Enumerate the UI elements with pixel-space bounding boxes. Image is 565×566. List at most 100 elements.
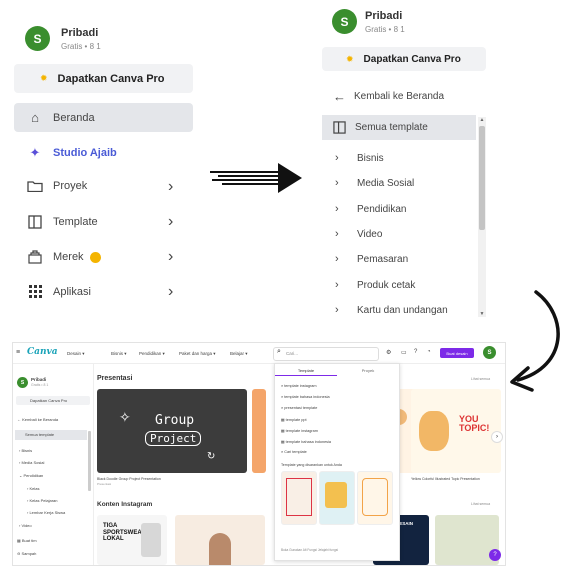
nav-label: Proyek	[53, 180, 88, 192]
sidebar-item[interactable]: › Kelas	[27, 486, 39, 491]
suggestion-item[interactable]: ▦ template ppt	[281, 417, 307, 422]
avatar[interactable]: S	[483, 346, 496, 359]
sidebar-item[interactable]: ⌄ Pendidikan	[19, 473, 43, 478]
top-menu-item[interactable]: Belajar ▾	[230, 351, 248, 357]
suggestion-label: template instagram	[285, 429, 318, 433]
chevron-right-icon[interactable]: ›	[168, 284, 173, 300]
category-item[interactable]: › Bisnis	[335, 152, 384, 164]
template-card-peek[interactable]	[252, 389, 266, 473]
card-title-line1: Group	[155, 413, 195, 428]
dropdown-tab-project[interactable]: Proyek	[337, 368, 399, 373]
suggestion-item[interactable]: ▦ template bahasa indonesia	[281, 439, 331, 444]
folder-icon	[25, 180, 45, 192]
see-all-link[interactable]: Lihat semua	[471, 377, 490, 381]
search-input[interactable]: ⌕ Cari...	[273, 347, 379, 361]
avatar[interactable]: S	[332, 9, 357, 34]
instagram-card-sportswear[interactable]: TIGA SPORTSWEAR LOKAL	[97, 515, 167, 565]
curved-arrow-icon	[510, 290, 560, 392]
back-to-home-link[interactable]: ← Kembali ke Beranda	[333, 89, 444, 104]
chevron-right-icon: ›	[335, 253, 339, 265]
scrollbar[interactable]: ▲ ▼	[478, 117, 486, 317]
chevron-right-icon: ›	[335, 152, 339, 164]
nav-item-aplikasi[interactable]: Aplikasi	[25, 285, 91, 298]
nav-item-template[interactable]: Template	[25, 215, 98, 229]
avatar[interactable]: S	[25, 26, 50, 51]
instagram-card-photo[interactable]	[175, 515, 265, 565]
sidebar-back-label: Kembali ke Beranda	[22, 417, 59, 422]
template-card-your-topic[interactable]: YOU TOPIC!	[411, 389, 501, 473]
search-icon: ⌕	[281, 384, 284, 388]
user-name: Pribadi	[365, 10, 403, 22]
arrow-left-icon: ←	[333, 89, 346, 104]
settings-icon[interactable]: ⚙	[386, 349, 391, 356]
user-name: Pribadi	[61, 27, 99, 39]
template-preview-icon	[286, 478, 312, 516]
category-item[interactable]: › Video	[335, 228, 382, 240]
suggestion-item[interactable]: ▦ template instagram	[281, 428, 318, 433]
sidebar-item[interactable]: › Media Sosial	[19, 460, 44, 465]
help-icon[interactable]: ?	[414, 349, 417, 355]
top-menu-item[interactable]: Bisnis ▾	[111, 351, 127, 357]
category-item[interactable]: › Produk cetak	[335, 279, 415, 291]
sidebar-selected-item[interactable]: Semua template	[15, 430, 87, 440]
menu-icon[interactable]: ≡	[16, 349, 20, 356]
section-title-instagram: Konten Instagram	[97, 501, 153, 508]
scroll-down-icon[interactable]: ▼	[478, 311, 486, 317]
nav-item-proyek[interactable]: Proyek	[25, 180, 87, 192]
search-placeholder: Cari...	[286, 351, 299, 356]
category-all-templates[interactable]: Semua template	[333, 121, 428, 134]
nav-item-studio-ajaib[interactable]: ✦ Studio Ajaib	[25, 145, 117, 161]
sidebar-pro-button[interactable]: Dapatkan Canva Pro	[16, 396, 90, 405]
carousel-next-button[interactable]: ›	[491, 431, 503, 443]
chevron-right-icon: ›	[335, 228, 339, 240]
person-image-icon	[209, 533, 231, 565]
template-icon	[333, 121, 346, 134]
scroll-up-icon[interactable]: ▲	[478, 117, 486, 123]
suggestion-label: presentasi template	[284, 406, 318, 410]
apps-grid-icon	[25, 285, 45, 298]
sidebar-item-label: Media Sosial	[21, 460, 45, 465]
dropdown-tab-template[interactable]: Template	[275, 368, 337, 376]
create-team-link[interactable]: ▦ Buat tim	[17, 538, 37, 543]
category-item[interactable]: › Pendidikan	[335, 203, 406, 215]
get-pro-button[interactable]: ✹ Dapatkan Canva Pro	[322, 47, 486, 71]
suggested-template-card[interactable]	[281, 471, 317, 525]
crown-icon: ✹	[346, 53, 354, 64]
sidebar-item[interactable]: › Video	[19, 523, 32, 528]
sidebar-item[interactable]: › Lembar Kerja Siswa	[27, 510, 65, 515]
top-menu-item[interactable]: Pendidikan ▾	[139, 351, 165, 357]
canva-logo[interactable]: Canva	[27, 347, 58, 357]
create-design-button[interactable]: Buat desain	[440, 348, 474, 358]
suggestion-item[interactable]: ⌕ presentasi template	[281, 406, 317, 410]
get-pro-button[interactable]: ✹ Dapatkan Canva Pro	[14, 64, 193, 93]
scrollbar-thumb[interactable]	[479, 126, 485, 230]
suggested-template-card[interactable]	[357, 471, 393, 525]
chevron-right-icon[interactable]: ›	[168, 179, 173, 195]
chevron-right-icon[interactable]: ›	[168, 249, 173, 265]
suggested-template-card[interactable]	[319, 471, 355, 525]
sparkle-icon: ✦	[29, 145, 41, 160]
sidebar-item[interactable]: › Kelas Pelajaran	[27, 498, 57, 503]
nav-item-beranda[interactable]: ⌂ Beranda	[25, 110, 95, 125]
help-bubble-button[interactable]: ?	[489, 549, 501, 561]
sidebar-back-link[interactable]: ← Kembali ke Beranda	[17, 417, 58, 422]
suggestion-item[interactable]: ⌕ template instagram	[281, 384, 317, 388]
bell-icon[interactable]: ◔	[427, 349, 431, 355]
sidebar-item[interactable]: › Bisnis	[19, 448, 32, 453]
avatar[interactable]: S	[17, 377, 28, 388]
category-item[interactable]: › Kartu dan undangan	[335, 304, 448, 316]
category-item[interactable]: › Media Sosial	[335, 177, 414, 189]
section-title-presentation: Presentasi	[97, 375, 133, 382]
see-all-link[interactable]: Lihat semua	[471, 502, 490, 506]
top-menu-item[interactable]: Paket dan harga ▾	[179, 351, 216, 357]
nav-item-merek[interactable]: Merek	[25, 250, 101, 264]
chevron-right-icon[interactable]: ›	[168, 214, 173, 230]
trash-link[interactable]: ⊖ Sampah	[17, 551, 36, 556]
monitor-icon[interactable]: ▭	[401, 349, 407, 356]
top-menu-item[interactable]: Desain ▾	[67, 351, 85, 357]
suggestion-item[interactable]: ⌕ Cari template	[281, 450, 307, 454]
suggestion-item[interactable]: ⌕ template bahasa indonesia	[281, 395, 330, 399]
template-card-group-project[interactable]: Group Project ✧ ↻	[97, 389, 247, 473]
category-item[interactable]: › Pemasaran	[335, 253, 408, 265]
sidebar-scrollbar[interactable]	[88, 431, 91, 491]
